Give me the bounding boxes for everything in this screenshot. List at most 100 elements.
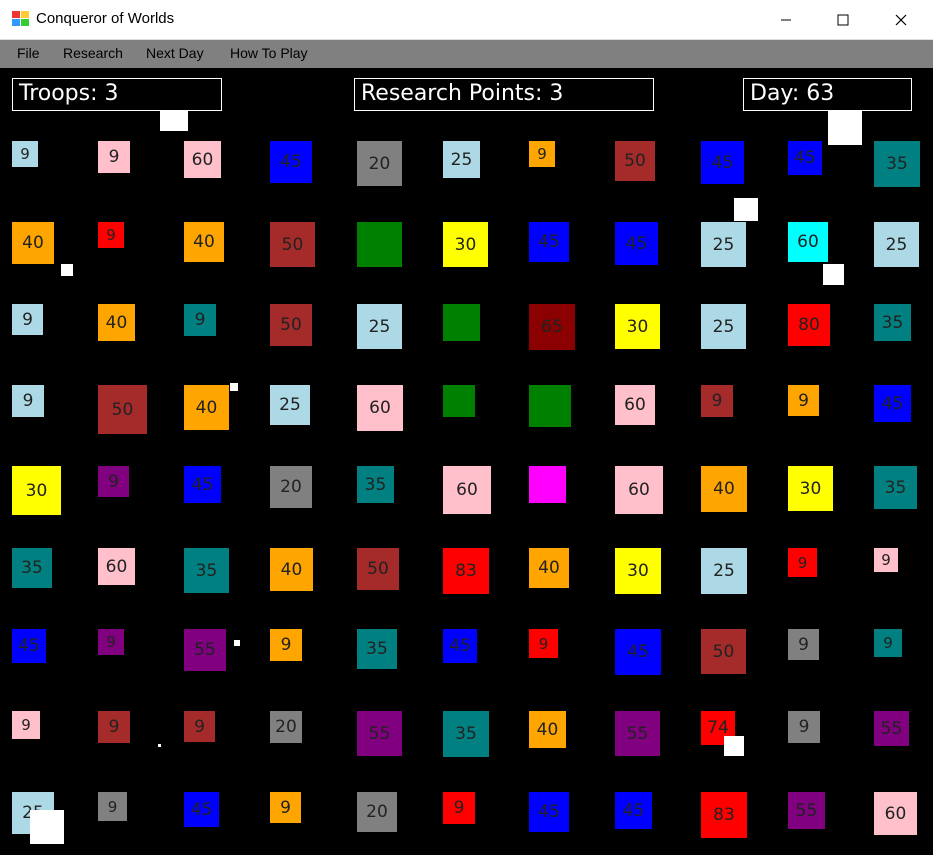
territory-tile[interactable]: 45 bbox=[270, 141, 312, 183]
territory-tile[interactable]: 40 bbox=[184, 222, 224, 262]
territory-tile[interactable]: 50 bbox=[270, 222, 315, 267]
territory-tile[interactable]: 60 bbox=[615, 385, 655, 425]
territory-tile[interactable] bbox=[529, 466, 566, 503]
territory-tile[interactable]: 9 bbox=[529, 141, 555, 167]
territory-tile[interactable]: 9 bbox=[443, 792, 475, 824]
territory-tile[interactable]: 45 bbox=[184, 792, 219, 827]
territory-tile[interactable]: 45 bbox=[615, 222, 658, 265]
territory-tile[interactable]: 40 bbox=[529, 711, 566, 748]
territory-tile[interactable]: 9 bbox=[788, 711, 820, 743]
territory-tile[interactable]: 40 bbox=[701, 466, 747, 512]
territory-tile[interactable]: 25 bbox=[874, 222, 919, 267]
territory-tile[interactable]: 40 bbox=[529, 548, 569, 588]
territory-tile[interactable]: 9 bbox=[12, 385, 44, 417]
territory-tile[interactable]: 35 bbox=[12, 548, 52, 588]
territory-tile[interactable]: 60 bbox=[615, 466, 663, 514]
territory-tile[interactable]: 60 bbox=[874, 792, 917, 835]
territory-tile[interactable]: 50 bbox=[701, 629, 746, 674]
title-bar[interactable]: Conqueror of Worlds bbox=[0, 0, 933, 40]
territory-tile[interactable]: 55 bbox=[357, 711, 402, 756]
territory-tile[interactable]: 20 bbox=[357, 792, 397, 832]
territory-tile[interactable]: 45 bbox=[184, 466, 221, 503]
territory-tile[interactable]: 45 bbox=[12, 629, 46, 663]
territory-tile[interactable]: 50 bbox=[98, 385, 147, 434]
territory-tile[interactable]: 20 bbox=[270, 466, 312, 508]
territory-tile[interactable]: 65 bbox=[529, 304, 575, 350]
territory-tile[interactable]: 9 bbox=[270, 792, 301, 823]
territory-tile[interactable]: 83 bbox=[443, 548, 489, 594]
territory-tile[interactable]: 40 bbox=[270, 548, 313, 591]
menu-research[interactable]: Research bbox=[63, 45, 123, 61]
territory-tile[interactable]: 30 bbox=[443, 222, 488, 267]
territory-tile[interactable]: 9 bbox=[12, 711, 40, 739]
territory-tile[interactable]: 20 bbox=[357, 141, 402, 186]
territory-tile[interactable]: 30 bbox=[788, 466, 833, 511]
territory-tile[interactable]: 9 bbox=[184, 711, 215, 742]
territory-tile[interactable]: 60 bbox=[357, 385, 403, 431]
territory-tile[interactable]: 9 bbox=[529, 629, 558, 658]
minimize-button[interactable] bbox=[763, 0, 809, 39]
territory-tile[interactable]: 45 bbox=[701, 141, 744, 184]
territory-tile[interactable]: 83 bbox=[701, 792, 747, 838]
territory-tile[interactable]: 25 bbox=[443, 141, 480, 178]
territory-tile[interactable]: 50 bbox=[270, 304, 312, 346]
territory-tile[interactable] bbox=[443, 304, 480, 341]
game-board[interactable]: Troops: 3 Research Points: 3 Day: 63 9 9 6… bbox=[0, 68, 933, 855]
territory-tile[interactable]: 45 bbox=[529, 792, 569, 832]
territory-tile[interactable]: 30 bbox=[12, 466, 61, 515]
territory-tile[interactable]: 45 bbox=[874, 385, 911, 422]
territory-tile[interactable]: 45 bbox=[788, 141, 822, 175]
territory-tile[interactable]: 50 bbox=[357, 548, 399, 590]
territory-tile[interactable]: 40 bbox=[12, 222, 54, 264]
territory-tile[interactable]: 55 bbox=[615, 711, 660, 756]
territory-tile[interactable]: 45 bbox=[615, 792, 652, 829]
territory-tile[interactable]: 25 bbox=[270, 385, 310, 425]
territory-tile[interactable]: 60 bbox=[443, 466, 491, 514]
maximize-button[interactable] bbox=[820, 0, 866, 39]
territory-tile[interactable]: 45 bbox=[443, 629, 477, 663]
territory-tile[interactable]: 35 bbox=[874, 466, 917, 509]
territory-tile[interactable]: 30 bbox=[615, 304, 660, 349]
territory-tile[interactable]: 25 bbox=[701, 548, 747, 594]
territory-tile[interactable] bbox=[357, 222, 402, 267]
territory-tile[interactable]: 35 bbox=[443, 711, 489, 757]
territory-tile[interactable]: 45 bbox=[615, 629, 661, 675]
territory-tile[interactable]: 9 bbox=[98, 792, 127, 821]
menu-next-day[interactable]: Next Day bbox=[146, 45, 204, 61]
territory-tile[interactable]: 9 bbox=[874, 629, 902, 657]
territory-tile[interactable]: 35 bbox=[874, 141, 920, 187]
territory-tile[interactable]: 9 bbox=[270, 629, 302, 661]
territory-tile[interactable]: 55 bbox=[184, 629, 226, 671]
territory-tile[interactable]: 80 bbox=[788, 304, 830, 346]
territory-tile[interactable]: 25 bbox=[701, 222, 746, 267]
territory-tile[interactable]: 35 bbox=[357, 466, 394, 503]
territory-tile[interactable]: 35 bbox=[357, 629, 397, 669]
territory-tile[interactable]: 9 bbox=[788, 548, 817, 577]
territory-tile[interactable]: 9 bbox=[98, 629, 124, 655]
territory-tile[interactable]: 35 bbox=[184, 548, 229, 593]
close-button[interactable] bbox=[878, 0, 924, 39]
territory-tile[interactable]: 25 bbox=[701, 304, 746, 349]
territory-tile[interactable]: 9 bbox=[12, 141, 38, 167]
territory-tile[interactable]: 30 bbox=[615, 548, 661, 594]
territory-tile[interactable]: 25 bbox=[357, 304, 402, 349]
territory-tile[interactable]: 60 bbox=[184, 141, 221, 178]
territory-tile[interactable]: 9 bbox=[98, 466, 129, 497]
territory-tile[interactable]: 9 bbox=[98, 711, 130, 743]
territory-tile[interactable]: 9 bbox=[701, 385, 733, 417]
territory-tile[interactable]: 9 bbox=[788, 385, 819, 416]
territory-tile[interactable]: 40 bbox=[184, 385, 229, 430]
territory-tile[interactable]: 9 bbox=[788, 629, 819, 660]
territory-tile[interactable]: 9 bbox=[184, 304, 216, 336]
territory-tile[interactable]: 9 bbox=[874, 548, 898, 572]
territory-tile[interactable]: 55 bbox=[874, 711, 909, 746]
territory-tile[interactable]: 9 bbox=[12, 304, 43, 335]
territory-tile[interactable]: 55 bbox=[788, 792, 825, 829]
territory-tile[interactable]: 60 bbox=[788, 222, 828, 262]
territory-tile[interactable] bbox=[443, 385, 475, 417]
territory-tile[interactable]: 20 bbox=[270, 711, 302, 743]
menu-how-to-play[interactable]: How To Play bbox=[230, 45, 308, 61]
territory-tile[interactable]: 9 bbox=[98, 222, 124, 248]
territory-tile[interactable]: 60 bbox=[98, 548, 135, 585]
territory-tile[interactable]: 45 bbox=[529, 222, 569, 262]
